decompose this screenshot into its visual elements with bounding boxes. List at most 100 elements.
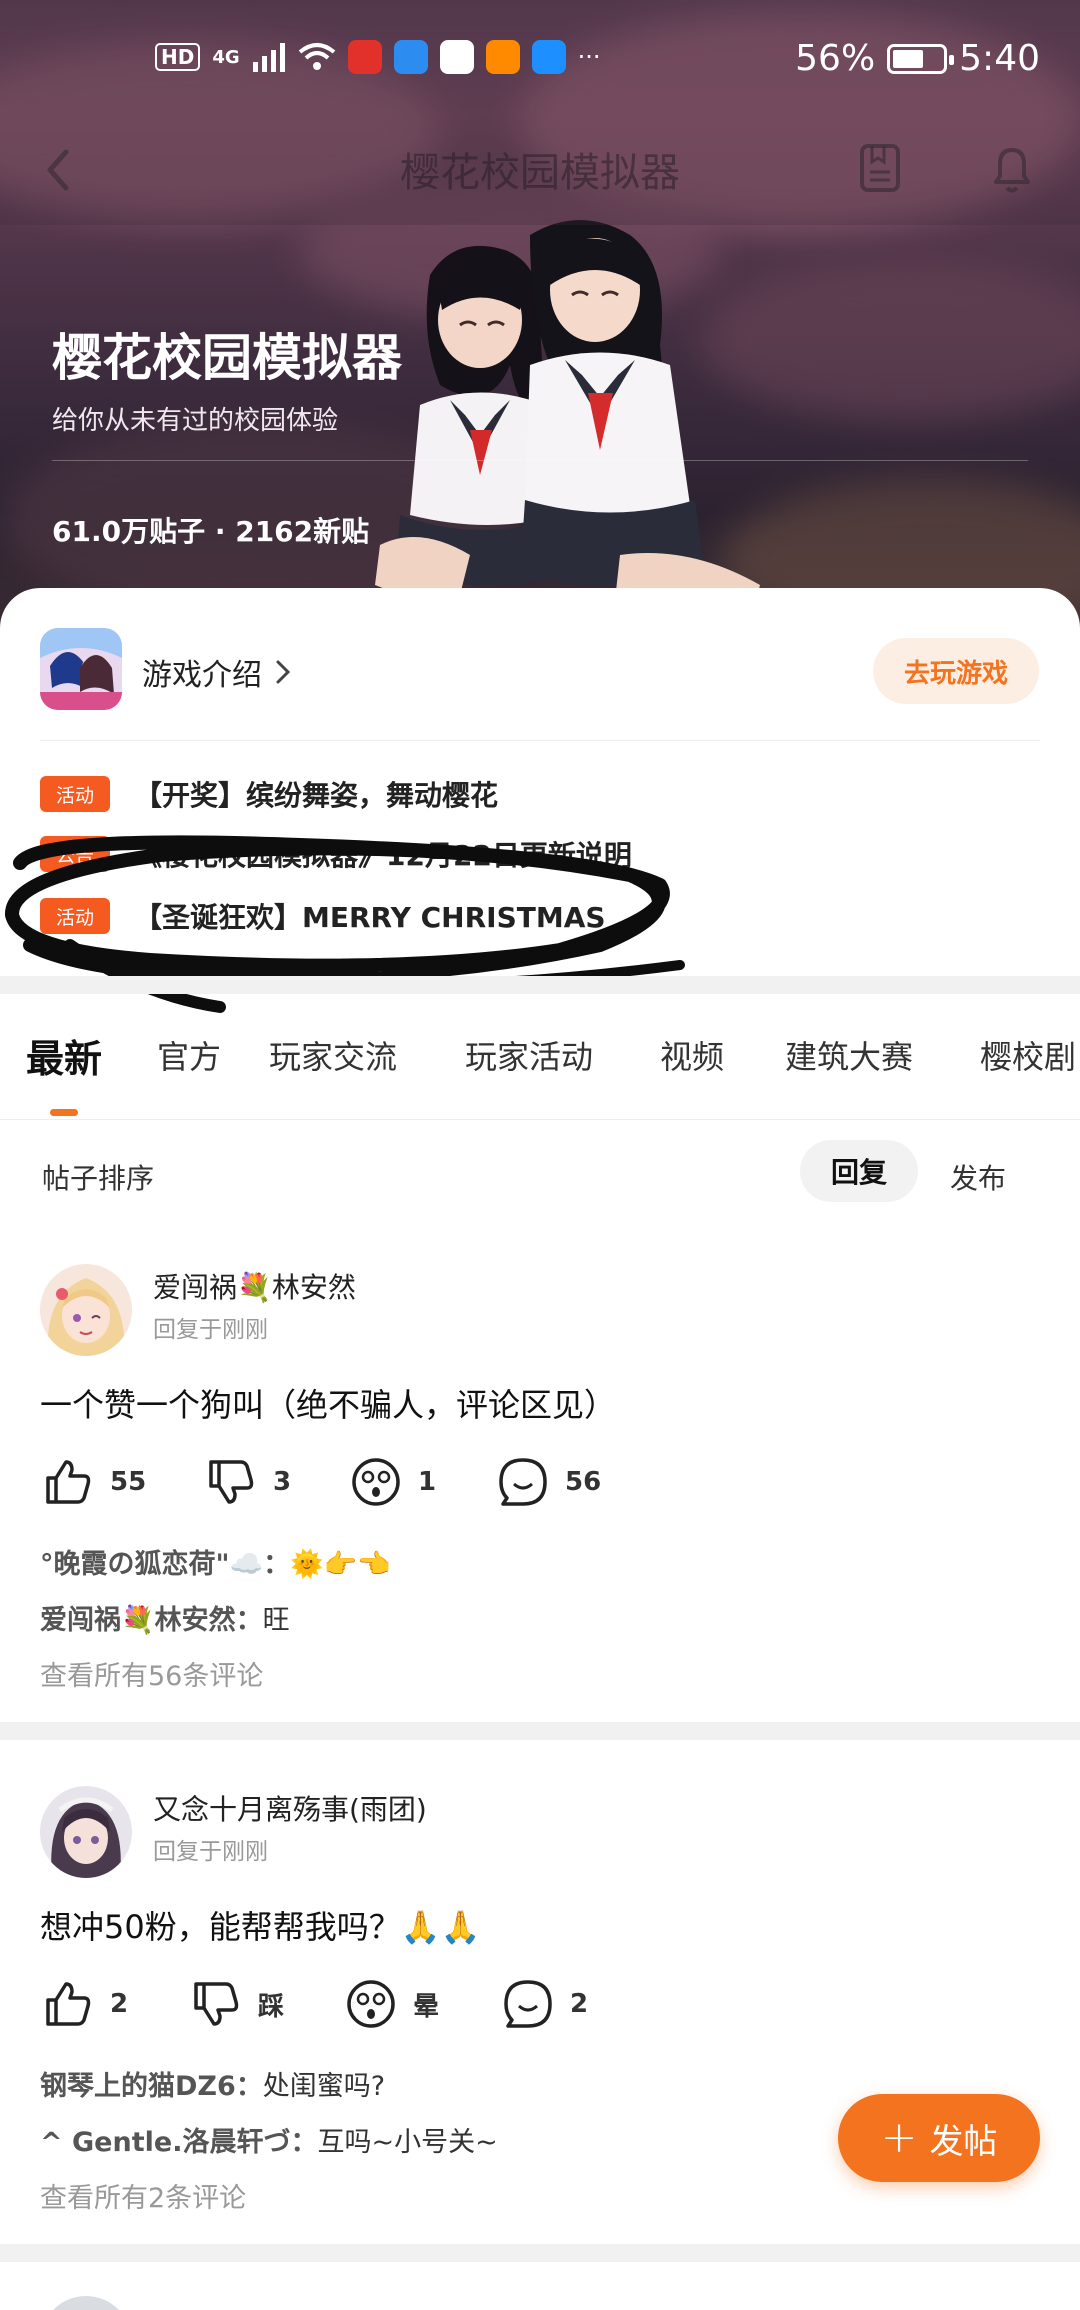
active-tab-indicator <box>50 1109 78 1116</box>
battery-icon <box>887 43 955 74</box>
comment-text: 🌞👉👈 <box>290 1549 392 1580</box>
comment-count: 2 <box>570 1989 589 2019</box>
dizzy-face-icon <box>347 1980 395 2028</box>
forum-stats: 61.0万贴子 · 2162新贴 <box>52 515 370 548</box>
post-card[interactable]: 爱闯祸💐林安然 回复于刚刚 一个赞一个狗叫（绝不骗人，评论区见） 55 3 1 … <box>0 1260 1080 1725</box>
video-app-icon <box>485 40 520 74</box>
dislike-count: 3 <box>273 1467 292 1497</box>
play-game-button[interactable]: 去玩游戏 <box>873 638 1039 704</box>
game-intro-label: 游戏介绍 <box>142 658 262 693</box>
comment-preview[interactable]: ^ Gentle.洛晨轩づ：互吗~小号关~ <box>40 2120 498 2159</box>
notice-row[interactable]: 活动 【开奖】缤纷舞姿，舞动樱花 <box>40 774 498 814</box>
new-post-button[interactable]: + 发帖 <box>838 2094 1040 2182</box>
thumbs-up-icon <box>46 1982 91 2026</box>
thumbs-down-icon <box>194 1982 239 2026</box>
view-all-comments-link[interactable]: 查看所有2条评论 <box>40 2176 246 2215</box>
dizzy-label: 晕 <box>413 1991 440 2022</box>
network-type: 4G <box>212 46 240 68</box>
post-separator <box>0 1722 1080 1740</box>
new-post-label: 发帖 <box>929 2121 998 2162</box>
avatar[interactable] <box>40 1786 132 1878</box>
chevron-right-icon <box>276 660 291 684</box>
status-bar: HD 4G ··· 56% 5:40 <box>0 28 1080 98</box>
tab-building-contest[interactable]: 建筑大赛 <box>785 1032 913 1078</box>
comment-button[interactable]: 2 <box>502 1978 588 2030</box>
comment-preview[interactable]: 爱闯祸💐林安然：旺 <box>40 1598 290 1637</box>
comment-text: 旺 <box>262 1605 290 1636</box>
post-separator <box>0 2244 1080 2262</box>
signal-icon <box>252 43 285 72</box>
status-right: 56% 5:40 <box>795 38 1040 79</box>
tab-latest[interactable]: 最新 <box>26 1028 102 1083</box>
forum-subtitle: 给你从未有过的校园体验 <box>52 406 339 436</box>
hd-indicator: HD <box>155 43 201 71</box>
next-post-avatar <box>40 2296 132 2310</box>
notice-tag: 活动 <box>40 776 110 812</box>
weather-app-icon <box>393 40 428 74</box>
sort-by-publish-button[interactable]: 发布 <box>950 1157 1006 1197</box>
tab-drama[interactable]: 樱校剧 <box>980 1032 1076 1078</box>
post-username[interactable]: 爱闯祸💐林安然 <box>153 1266 356 1306</box>
dizzy-button[interactable]: 1 <box>350 1456 436 1508</box>
battery-percent: 56% <box>795 38 876 79</box>
comment-button[interactable]: 56 <box>497 1456 601 1508</box>
comment-bubble-icon <box>504 1980 552 2028</box>
divider <box>40 740 1040 741</box>
nav-bar: 樱花校园模拟器 <box>0 120 1080 220</box>
tab-official[interactable]: 官方 <box>157 1032 221 1078</box>
commenter-name: ^ Gentle.洛晨轩づ： <box>40 2127 318 2158</box>
like-button[interactable]: 55 <box>42 1456 146 1508</box>
anime-girls-illustration <box>375 220 760 625</box>
like-count: 55 <box>110 1467 147 1497</box>
rules-book-icon[interactable] <box>850 138 910 198</box>
like-count: 2 <box>110 1989 129 2019</box>
dislike-button[interactable]: 踩 <box>190 1978 284 2030</box>
notice-text: 【开奖】缤纷舞姿，舞动樱花 <box>134 779 499 812</box>
sort-label: 帖子排序 <box>42 1162 155 1195</box>
game-intro-link[interactable]: 游戏介绍 <box>142 650 294 694</box>
tab-player-chat[interactable]: 玩家交流 <box>269 1032 397 1078</box>
wifi-icon <box>298 43 335 70</box>
category-tabs: 最新 官方 玩家交流 玩家活动 视频 建筑大赛 樱校剧 <box>0 994 1080 1120</box>
post-username[interactable]: 又念十月离殇事(雨团) <box>153 1788 427 1828</box>
comment-preview[interactable]: 钢琴上的猫DZ6：处闺蜜吗? <box>40 2064 385 2103</box>
dizzy-button[interactable]: 晕 <box>345 1978 439 2030</box>
section-divider <box>0 976 1080 994</box>
thumbs-up-icon <box>46 1460 91 1504</box>
avatar[interactable] <box>40 1264 132 1356</box>
nav-title: 樱花校园模拟器 <box>400 150 680 196</box>
plus-icon: + <box>880 2112 918 2163</box>
comment-text: 互吗~小号关~ <box>317 2127 498 2158</box>
more-notifications-icon: ··· <box>577 43 601 71</box>
comment-text: 处闺蜜吗? <box>262 2071 386 2102</box>
like-button[interactable]: 2 <box>42 1978 128 2030</box>
taobao-app-icon <box>347 40 382 74</box>
thumbs-down-icon <box>209 1460 254 1504</box>
dislike-label: 踩 <box>258 1991 285 2022</box>
dislike-button[interactable]: 3 <box>205 1456 291 1508</box>
tab-video[interactable]: 视频 <box>660 1032 724 1078</box>
commenter-name: °晚霞の狐恋荷"☁️： <box>40 1549 291 1580</box>
hand-app-icon <box>439 40 474 74</box>
post-text[interactable]: 一个赞一个狗叫（绝不骗人，评论区见） <box>40 1380 616 1426</box>
dizzy-face-icon <box>352 1458 400 1506</box>
bell-icon[interactable] <box>982 138 1042 198</box>
comment-preview[interactable]: °晚霞の狐恋荷"☁️：🌞👉👈 <box>40 1542 391 1581</box>
clock: 5:40 <box>959 38 1040 79</box>
status-icons: HD 4G ··· <box>155 40 601 74</box>
post-time: 回复于刚刚 <box>153 1839 268 1865</box>
comment-count: 56 <box>565 1467 602 1497</box>
post-text[interactable]: 想冲50粉，能帮帮我吗？🙏🙏 <box>40 1902 480 1948</box>
divider <box>52 460 1028 461</box>
commenter-name: 钢琴上的猫DZ6： <box>40 2071 263 2102</box>
forum-title: 樱花校园模拟器 <box>52 329 402 387</box>
forum-header-banner: HD 4G ··· 56% 5:40 樱花校园模拟器 樱花校园模拟器 给你从未有… <box>0 0 1080 640</box>
game-app-icon[interactable] <box>40 628 122 710</box>
commenter-name: 爱闯祸💐林安然： <box>40 1605 263 1636</box>
search-app-icon <box>531 40 566 74</box>
sort-by-reply-button[interactable]: 回复 <box>800 1140 918 1202</box>
tab-player-events[interactable]: 玩家活动 <box>465 1032 593 1078</box>
dizzy-count: 1 <box>418 1467 437 1497</box>
view-all-comments-link[interactable]: 查看所有56条评论 <box>40 1654 263 1693</box>
comment-bubble-icon <box>499 1458 547 1506</box>
